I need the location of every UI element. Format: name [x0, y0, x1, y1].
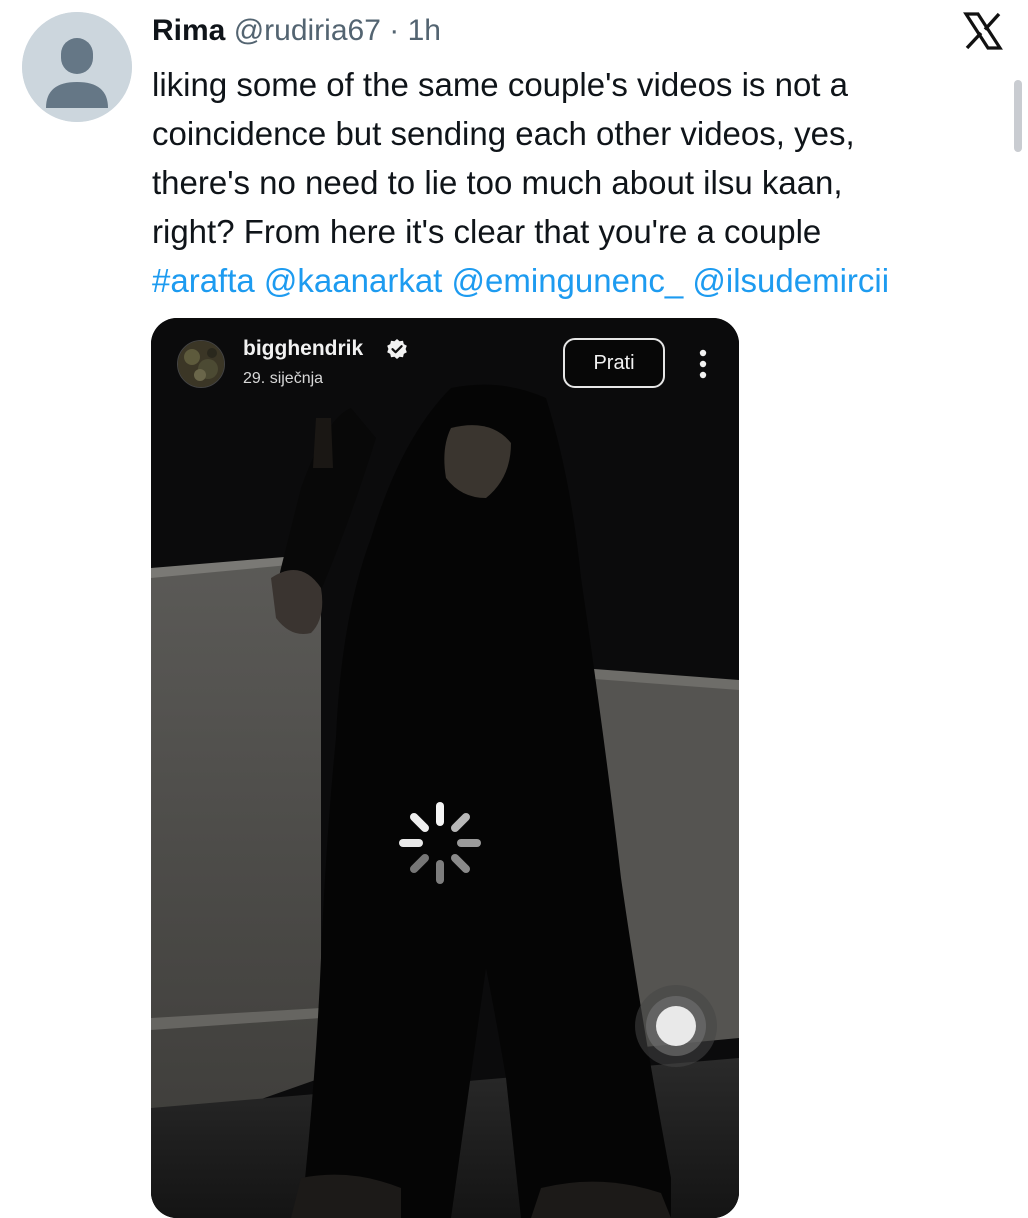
verified-badge-icon [387, 339, 407, 359]
ig-avatar[interactable] [177, 340, 225, 388]
tweet-text-line: right? From here it's clear that you're … [152, 213, 822, 250]
assistive-touch-icon[interactable] [635, 985, 717, 1067]
x-logo-icon[interactable] [960, 8, 1006, 54]
hashtag-link[interactable]: #arafta [152, 262, 255, 299]
mention-link[interactable]: @kaanarkat [264, 262, 442, 299]
follow-button[interactable]: Prati [563, 338, 665, 388]
tweet-text-line: there's no need to lie too much about il… [152, 164, 843, 201]
default-avatar-icon [22, 12, 132, 122]
loading-spinner-icon [399, 802, 481, 884]
avatar[interactable] [22, 12, 132, 122]
author-handle[interactable]: @rudiria67 [234, 14, 381, 47]
ig-post-date: 29. siječnja [243, 370, 324, 387]
tweet-text: liking some of the same couple's videos … [152, 60, 1012, 305]
video-frame [151, 318, 739, 1218]
ig-avatar-image [178, 341, 224, 387]
mention-link[interactable]: @emingunenc_ [452, 262, 684, 299]
tweet-header: Rima @rudiria67 · 1h [152, 12, 441, 50]
tweet-time[interactable]: 1h [408, 14, 441, 47]
assistive-touch-dot [656, 1006, 696, 1046]
more-vertical-icon[interactable] [691, 342, 715, 386]
ig-username[interactable]: bigghendrik [243, 336, 363, 362]
media-video[interactable]: bigghendrik 29. siječnja Prati [151, 318, 739, 1218]
header-separator: · [389, 14, 400, 47]
tweet-text-line: coincidence but sending each other video… [152, 115, 855, 152]
author-name[interactable]: Rima [152, 14, 225, 47]
tweet-tags-line: #arafta @kaanarkat @emingunenc_ @ilsudem… [152, 256, 1012, 305]
tweet-text-line: liking some of the same couple's videos … [152, 66, 848, 103]
mention-link[interactable]: @ilsudemircii [692, 262, 889, 299]
scrollbar[interactable] [1014, 80, 1022, 152]
